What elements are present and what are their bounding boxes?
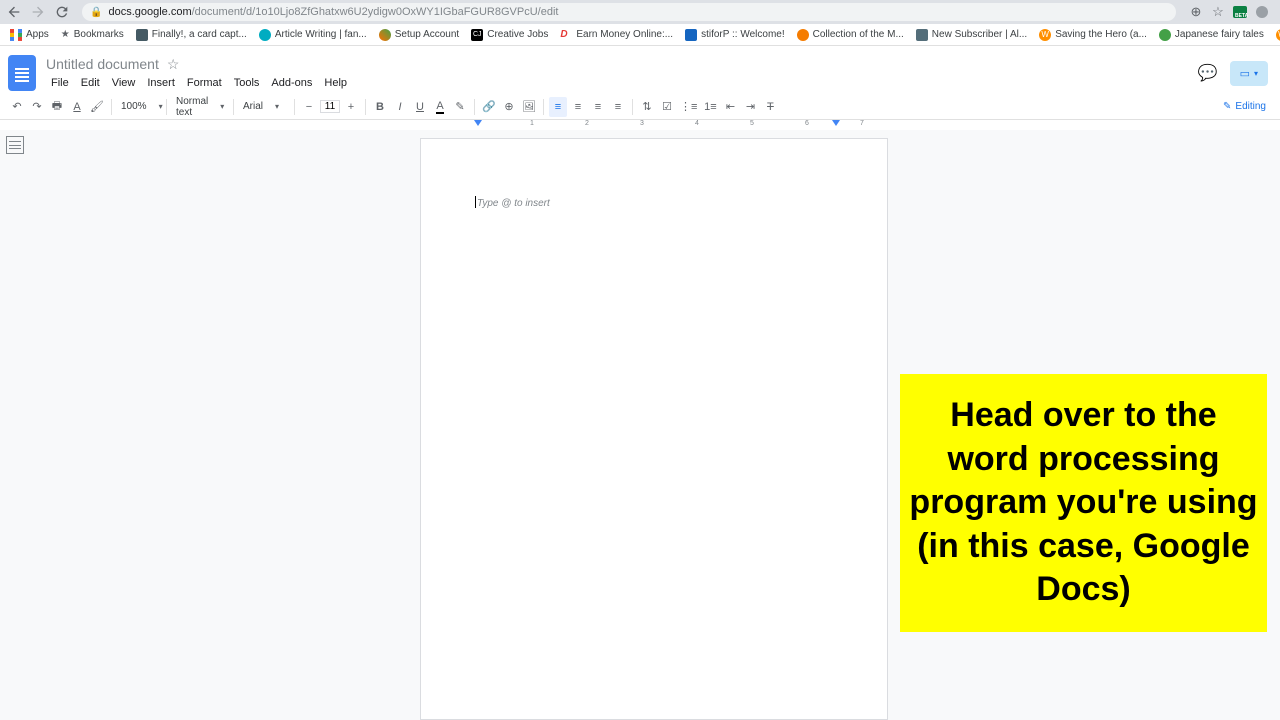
outline-icon [6,136,24,154]
apps-button[interactable]: Apps [6,27,53,43]
highlight-button[interactable]: ✎ [451,97,469,117]
reload-button[interactable] [54,4,70,20]
instruction-callout: Head over to the word processing program… [900,374,1267,632]
menu-view[interactable]: View [107,75,141,91]
browser-nav-bar: 🔒 docs.google.com/document/d/1o10Ljo8ZfG… [0,0,1280,24]
toolbar: ↶ ↷ 🖶 A 🖌 100% Normal text Arial − + B I… [0,94,1280,120]
font-size-input[interactable] [320,100,340,113]
bookmark-item[interactable]: WSaving the Hero (a... [1272,27,1280,43]
bookmark-item[interactable]: New Subscriber | Al... [912,27,1031,43]
ruler: 1 2 3 4 5 6 7 [0,120,1280,130]
bookmark-item[interactable]: WSaving the Hero (a... [1035,27,1151,43]
bullet-list-button[interactable]: ⋮≡ [678,97,699,117]
document-page[interactable]: Type @ to insert [420,138,888,720]
menu-format[interactable]: Format [182,75,227,91]
favicon [136,29,148,41]
decrease-indent-button[interactable]: ⇤ [721,97,739,117]
search-icon[interactable]: ⊕ [1188,4,1204,20]
bookmark-item[interactable]: CJCreative Jobs [467,27,552,43]
favicon: W [1276,29,1280,41]
align-justify-button[interactable]: ≡ [609,97,627,117]
favicon [379,29,391,41]
favicon: D [560,29,572,41]
underline-button[interactable]: U [411,97,429,117]
indent-handle[interactable] [474,120,482,126]
insert-image-button[interactable]: 🖼 [520,97,538,117]
apps-icon [10,29,22,41]
back-button[interactable] [6,4,22,20]
document-title[interactable]: Untitled document [46,56,159,72]
favicon: CJ [471,29,483,41]
star-icon[interactable]: ☆ [167,56,180,73]
insert-comment-button[interactable]: ⊕ [500,97,518,117]
menu-bar: File Edit View Insert Format Tools Add-o… [46,75,1198,91]
align-left-button[interactable]: ≡ [549,97,567,117]
menu-edit[interactable]: Edit [76,75,105,91]
bold-button[interactable]: B [371,97,389,117]
bookmark-item[interactable]: DEarn Money Online:... [556,27,677,43]
align-right-button[interactable]: ≡ [589,97,607,117]
menu-help[interactable]: Help [319,75,352,91]
clear-format-button[interactable]: T [761,97,779,117]
number-list-button[interactable]: 1≡ [701,97,719,117]
favicon [1159,29,1171,41]
present-icon: ▭ [1240,67,1250,80]
bookmark-item[interactable]: Japanese fairy tales [1155,27,1268,43]
zoom-select[interactable]: 100% [117,99,161,114]
style-select[interactable]: Normal text [172,94,228,120]
menu-insert[interactable]: Insert [142,75,180,91]
comments-icon[interactable]: 💬 [1198,63,1218,83]
text-color-button[interactable]: A [431,97,449,117]
menu-addons[interactable]: Add-ons [266,75,317,91]
redo-button[interactable]: ↷ [28,97,46,117]
bookmark-item[interactable]: Article Writing | fan... [255,27,371,43]
favicon: W [1039,29,1051,41]
docs-logo-icon[interactable] [8,55,36,91]
font-size-decrease[interactable]: − [300,97,318,117]
font-size-increase[interactable]: + [342,97,360,117]
extension-icon[interactable]: BETA [1232,4,1248,20]
menu-tools[interactable]: Tools [229,75,265,91]
outline-toggle[interactable] [0,130,32,720]
print-button[interactable]: 🖶 [48,97,66,117]
checklist-button[interactable]: ☑ [658,97,676,117]
lock-icon: 🔒 [90,7,102,18]
editing-mode-button[interactable]: ✎Editing [1217,99,1272,114]
undo-button[interactable]: ↶ [8,97,26,117]
italic-button[interactable]: I [391,97,409,117]
bookmark-item[interactable]: Finally!, a card capt... [132,27,251,43]
bookmarks-bar: Apps ★Bookmarks Finally!, a card capt...… [0,24,1280,46]
right-indent-handle[interactable] [832,120,840,126]
placeholder-text: Type @ to insert [477,198,550,209]
favicon [916,29,928,41]
paint-format-button[interactable]: 🖌 [88,97,106,117]
increase-indent-button[interactable]: ⇥ [741,97,759,117]
bookmark-star-icon[interactable]: ☆ [1210,4,1226,20]
extension2-icon[interactable] [1254,4,1270,20]
spellcheck-button[interactable]: A [68,97,86,117]
url-text: docs.google.com/document/d/1o10Ljo8ZfGha… [108,6,1168,18]
favicon [685,29,697,41]
present-button[interactable]: ▭▾ [1230,61,1268,86]
insert-link-button[interactable]: 🔗 [480,97,498,117]
line-spacing-button[interactable]: ⇅ [638,97,656,117]
bookmark-item[interactable]: stiforP :: Welcome! [681,27,789,43]
url-bar[interactable]: 🔒 docs.google.com/document/d/1o10Ljo8ZfG… [82,3,1176,21]
forward-button[interactable] [30,4,46,20]
text-cursor [475,196,476,208]
align-center-button[interactable]: ≡ [569,97,587,117]
docs-header: Untitled document ☆ File Edit View Inser… [0,46,1280,94]
pencil-icon: ✎ [1223,101,1231,112]
bookmark-item[interactable]: ★Bookmarks [57,27,128,42]
favicon [259,29,271,41]
menu-file[interactable]: File [46,75,74,91]
bookmark-item[interactable]: Collection of the M... [793,27,908,43]
font-select[interactable]: Arial [239,99,289,114]
favicon [797,29,809,41]
workspace: Type @ to insert Head over to the word p… [0,130,1280,720]
bookmark-item[interactable]: Setup Account [375,27,464,43]
